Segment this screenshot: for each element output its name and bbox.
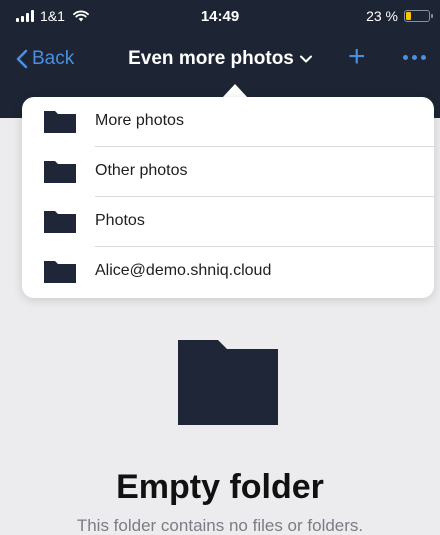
- menu-item-label: Other photos: [95, 162, 188, 179]
- battery-level-fill: [406, 12, 411, 20]
- folder-icon: [44, 211, 76, 233]
- menu-item-photos[interactable]: Photos: [22, 197, 434, 247]
- folder-icon: [44, 111, 76, 133]
- status-bar: 1&1 14:49 23 %: [0, 0, 440, 34]
- menu-item-label: More photos: [95, 112, 184, 129]
- folder-icon: [178, 340, 278, 425]
- folder-icon: [44, 261, 76, 283]
- menu-item-more-photos[interactable]: More photos: [22, 97, 434, 147]
- menu-item-label: Photos: [95, 212, 145, 229]
- folder-dropdown-menu: More photos Other photos Photos Alice@de…: [22, 97, 434, 298]
- battery-icon: [404, 10, 433, 22]
- menu-pointer: [222, 84, 248, 98]
- folder-title-button[interactable]: Even more photos: [0, 48, 440, 70]
- menu-item-label: Alice@demo.shniq.cloud: [95, 262, 272, 279]
- plus-icon[interactable]: +: [348, 42, 366, 72]
- page-title: Even more photos: [128, 48, 294, 69]
- menu-item-account-root[interactable]: Alice@demo.shniq.cloud: [22, 247, 434, 297]
- battery-percentage: 23 %: [366, 8, 398, 24]
- folder-icon: [44, 161, 76, 183]
- navigation-bar: Back Even more photos +: [0, 38, 440, 84]
- empty-state-subtitle: This folder contains no files or folders…: [76, 516, 364, 535]
- more-dots-icon[interactable]: [403, 55, 426, 60]
- menu-item-other-photos[interactable]: Other photos: [22, 147, 434, 197]
- empty-state-title: Empty folder: [116, 468, 324, 506]
- chevron-down-icon: [299, 55, 312, 63]
- status-right: 23 %: [366, 8, 433, 24]
